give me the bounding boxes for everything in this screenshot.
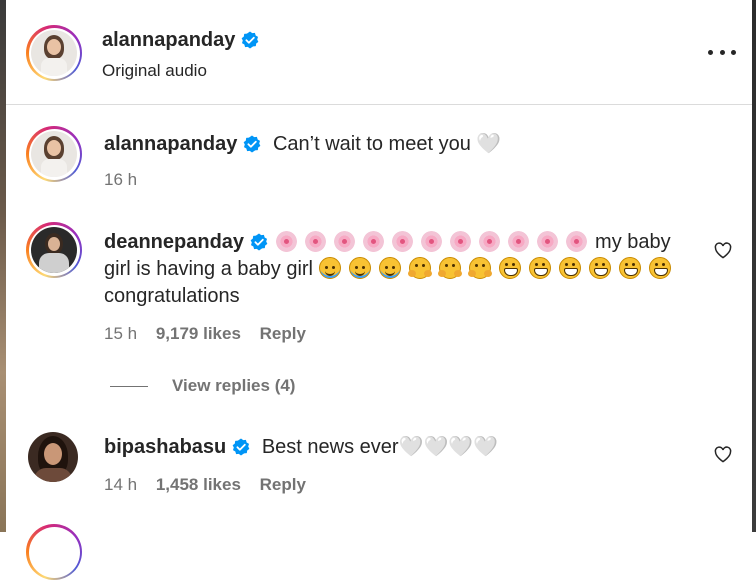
view-replies-button[interactable]: View replies (4) <box>110 376 295 396</box>
header-username[interactable]: alannapanday <box>102 29 235 51</box>
grinning-face-icon <box>589 257 611 279</box>
verified-badge-icon <box>232 438 250 456</box>
audio-subtitle[interactable]: Original audio <box>102 61 259 81</box>
comment-username[interactable]: alannapanday <box>104 133 237 155</box>
comments-panel: alannapanday Original audio alannapanday… <box>6 0 752 580</box>
reply-button[interactable]: Reply <box>260 324 306 343</box>
verified-badge-icon <box>242 31 259 49</box>
cherry-blossom-icon <box>537 231 559 252</box>
header-avatar[interactable] <box>26 25 82 81</box>
cherry-blossom-icon <box>334 231 356 252</box>
cherry-blossom-icon <box>566 231 588 252</box>
grinning-face-icon <box>619 257 641 279</box>
like-heart-icon[interactable] <box>714 242 732 259</box>
hugging-face-icon <box>468 257 491 279</box>
cherry-blossom-icon <box>392 231 414 252</box>
smiling-face-with-halo-icon <box>349 257 371 279</box>
verified-badge-icon <box>244 135 261 153</box>
comment-time: 15 h <box>104 324 138 343</box>
cherry-blossom-icon <box>450 231 472 252</box>
grinning-face-icon <box>559 257 581 279</box>
comment-text: Best news ever🤍🤍🤍🤍 <box>261 436 499 458</box>
replies-divider-line <box>110 385 148 387</box>
cherry-blossom-icon <box>421 231 443 252</box>
like-heart-icon[interactable] <box>714 446 732 463</box>
cherry-blossom-icon <box>305 231 327 252</box>
comment-text: Can’t wait to meet you 🤍 <box>272 133 502 155</box>
more-options-button[interactable] <box>708 40 736 64</box>
comment-avatar[interactable] <box>26 222 82 278</box>
comment-item: deannepanday my baby girl is having a bab… <box>6 204 752 434</box>
comment-time: 14 h <box>104 475 138 494</box>
grinning-face-icon <box>649 257 671 279</box>
comment-username[interactable]: deannepanday <box>104 231 244 253</box>
comment-text-part: girl is having a baby girl <box>104 258 313 280</box>
reply-button[interactable]: Reply <box>260 475 306 494</box>
comment-text-part: my baby <box>595 231 671 253</box>
avatar-image <box>31 30 77 76</box>
comment-avatar[interactable] <box>28 432 78 482</box>
cherry-blossom-icon <box>508 231 530 252</box>
cherry-blossom-icon <box>479 231 501 252</box>
grinning-face-icon <box>529 257 551 279</box>
smiling-face-with-halo-icon <box>379 257 401 279</box>
post-header: alannapanday Original audio <box>6 0 752 105</box>
comment-username[interactable]: bipashabasu <box>104 436 226 458</box>
likes-count-link[interactable]: 1,458 likes <box>156 475 241 494</box>
cherry-blossom-icon <box>363 231 385 252</box>
cherry-blossom-icon <box>276 231 298 252</box>
grinning-face-icon <box>499 257 521 279</box>
avatar-image <box>31 131 77 177</box>
smiling-face-with-halo-icon <box>319 257 341 279</box>
comment-text-part: congratulations <box>104 285 240 307</box>
likes-count-link[interactable]: 9,179 likes <box>156 324 241 343</box>
more-horizontal-icon <box>708 49 713 55</box>
comment-avatar[interactable] <box>26 126 82 182</box>
comment-item: bipashabasu Best news ever🤍🤍🤍🤍 14 h 1,45… <box>6 420 752 520</box>
background-right-strip <box>752 0 756 532</box>
verified-badge-icon <box>250 233 268 251</box>
comment-time: 16 h <box>104 170 138 189</box>
avatar-image <box>31 227 77 273</box>
view-replies-label: View replies (4) <box>172 376 296 395</box>
comment-item: alannapanday Can’t wait to meet you 🤍 16… <box>6 104 752 204</box>
hugging-face-icon <box>408 257 431 279</box>
next-comment-avatar[interactable] <box>26 524 82 580</box>
hugging-face-icon <box>438 257 461 279</box>
